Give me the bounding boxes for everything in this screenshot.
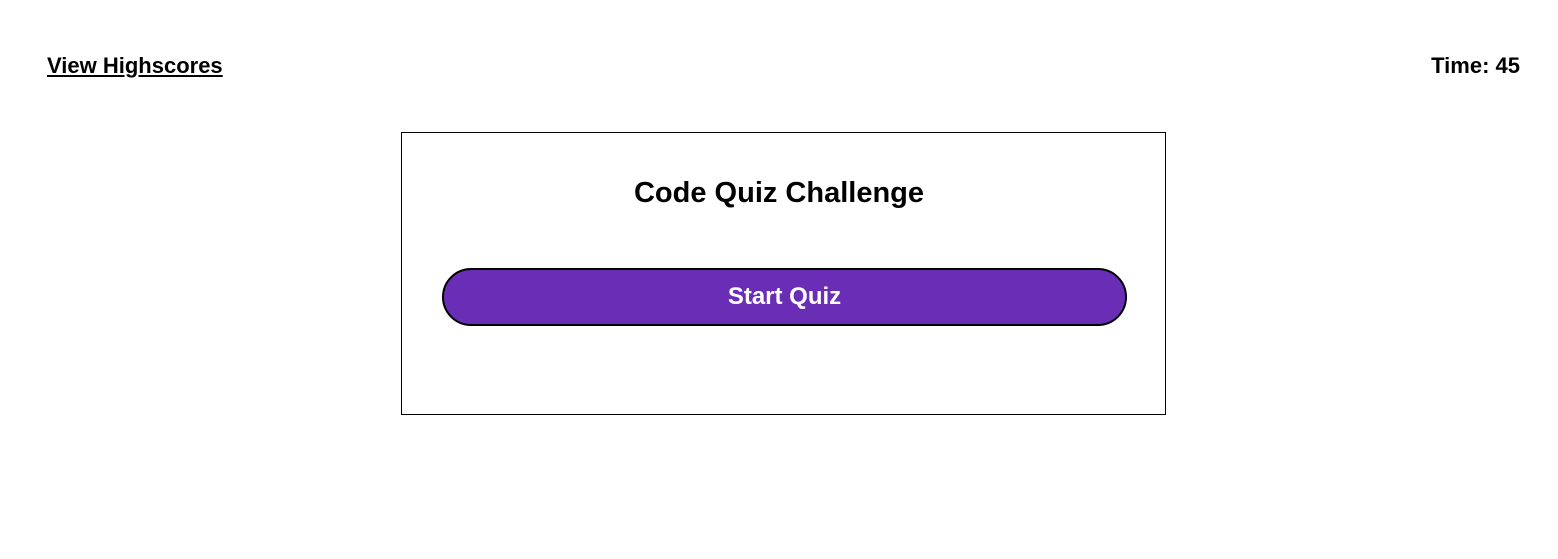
view-highscores-link[interactable]: View Highscores (47, 53, 223, 79)
timer-value: 45 (1495, 53, 1520, 78)
timer-label: Time: (1431, 53, 1496, 78)
page: View Highscores Time: 45 Code Quiz Chall… (0, 0, 1558, 559)
quiz-title: Code Quiz Challenge (633, 177, 925, 209)
timer: Time: 45 (1431, 53, 1520, 79)
start-quiz-button[interactable]: Start Quiz (442, 268, 1127, 326)
